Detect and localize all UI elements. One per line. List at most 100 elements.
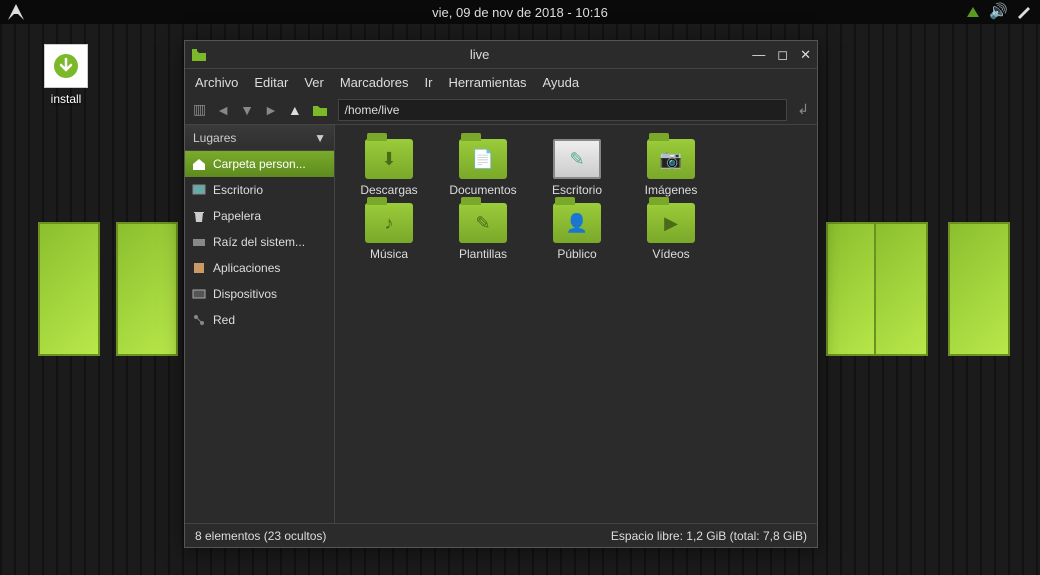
maximize-button[interactable]: ◻: [777, 47, 788, 63]
folder-imagenes[interactable]: 📷 Imágenes: [625, 139, 717, 197]
folder-documentos[interactable]: 📄 Documentos: [437, 139, 529, 197]
folder-descargas[interactable]: ⬇ Descargas: [343, 139, 435, 197]
home-folder-icon[interactable]: [312, 103, 328, 117]
up-button[interactable]: ▲: [288, 102, 302, 118]
menu-marcadores[interactable]: Marcadores: [340, 75, 409, 90]
home-icon: [191, 156, 207, 172]
sidebar-toggle-icon[interactable]: ▥: [193, 101, 206, 118]
menu-ayuda[interactable]: Ayuda: [542, 75, 579, 90]
folder-view[interactable]: ⬇ Descargas 📄 Documentos ✎ Escritorio 📷 …: [335, 125, 817, 523]
folder-label: Documentos: [437, 183, 529, 197]
music-glyph-icon: ♪: [365, 203, 413, 243]
desktop-icon: [191, 182, 207, 198]
sidebar-item-home[interactable]: Carpeta person...: [185, 151, 334, 177]
public-glyph-icon: 👤: [553, 203, 601, 243]
volume-icon[interactable]: 🔊: [989, 2, 1008, 20]
sidebar-item-label: Escritorio: [213, 183, 263, 197]
sidebar-item-label: Aplicaciones: [213, 261, 280, 275]
folder-icon: 📄: [459, 139, 507, 179]
folder-icon: 👤: [553, 203, 601, 243]
folder-musica[interactable]: ♪ Música: [343, 203, 435, 261]
status-left: 8 elementos (23 ocultos): [195, 529, 326, 543]
disk-icon: [191, 234, 207, 250]
devices-icon: [191, 286, 207, 302]
folder-icon: ♪: [365, 203, 413, 243]
window-folder-icon: [191, 48, 207, 62]
sidebar-item-label: Dispositivos: [213, 287, 277, 301]
folder-label: Plantillas: [437, 247, 529, 261]
sidebar-item-devices[interactable]: Dispositivos: [185, 281, 334, 307]
sidebar-item-applications[interactable]: Aplicaciones: [185, 255, 334, 281]
history-dropdown-icon[interactable]: ▼: [240, 102, 254, 118]
close-button[interactable]: ✕: [800, 47, 811, 63]
chevron-down-icon: ▼: [314, 131, 326, 145]
toolbar: ▥ ◄ ▼ ► ▲ /home/live ↲: [185, 95, 817, 125]
desktop-icon-install[interactable]: install: [38, 44, 94, 106]
document-glyph-icon: 📄: [459, 139, 507, 179]
folder-icon: 📷: [647, 139, 695, 179]
sidebar-item-network[interactable]: Red: [185, 307, 334, 333]
wallpaper-decoration: [948, 222, 1010, 356]
menu-ir[interactable]: Ir: [424, 75, 432, 90]
system-tray: 🔊: [965, 2, 1032, 20]
go-button[interactable]: ↲: [797, 101, 809, 118]
folder-plantillas[interactable]: ✎ Plantillas: [437, 203, 529, 261]
desktop-icon-label: install: [38, 92, 94, 106]
wallpaper-decoration: [874, 222, 928, 356]
network-icon[interactable]: [965, 3, 981, 19]
wallpaper-decoration: [38, 222, 100, 356]
sidebar-item-label: Carpeta person...: [213, 157, 306, 171]
desktop-glyph-icon: ✎: [555, 141, 599, 177]
folder-label: Escritorio: [531, 183, 623, 197]
install-icon: [44, 44, 88, 88]
forward-button[interactable]: ►: [264, 102, 278, 118]
menu-herramientas[interactable]: Herramientas: [448, 75, 526, 90]
statusbar: 8 elementos (23 ocultos) Espacio libre: …: [185, 523, 817, 547]
wallpaper-decoration: [116, 222, 178, 356]
folder-icon: ▶: [647, 203, 695, 243]
folder-label: Público: [531, 247, 623, 261]
apps-icon: [191, 260, 207, 276]
sidebar-item-trash[interactable]: Papelera: [185, 203, 334, 229]
menu-editar[interactable]: Editar: [254, 75, 288, 90]
sidebar: Lugares ▼ Carpeta person... Escritorio P…: [185, 125, 335, 523]
sidebar-item-filesystem[interactable]: Raíz del sistem...: [185, 229, 334, 255]
status-right: Espacio libre: 1,2 GiB (total: 7,8 GiB): [611, 529, 807, 543]
sidebar-item-label: Papelera: [213, 209, 261, 223]
folder-label: Música: [343, 247, 435, 261]
folder-icon: ✎: [459, 203, 507, 243]
folder-publico[interactable]: 👤 Público: [531, 203, 623, 261]
folder-label: Vídeos: [625, 247, 717, 261]
sidebar-item-label: Red: [213, 313, 235, 327]
image-glyph-icon: 📷: [647, 139, 695, 179]
folder-escritorio[interactable]: ✎ Escritorio: [531, 139, 623, 197]
sidebar-item-label: Raíz del sistem...: [213, 235, 305, 249]
network-icon: [191, 312, 207, 328]
back-button[interactable]: ◄: [216, 102, 230, 118]
brush-icon[interactable]: [1016, 3, 1032, 19]
titlebar[interactable]: live — ◻ ✕: [185, 41, 817, 69]
file-manager-window: live — ◻ ✕ Archivo Editar Ver Marcadores…: [184, 40, 818, 548]
window-title: live: [213, 47, 746, 62]
path-input[interactable]: /home/live: [338, 99, 788, 121]
menubar: Archivo Editar Ver Marcadores Ir Herrami…: [185, 69, 817, 95]
folder-label: Descargas: [343, 183, 435, 197]
panel-clock[interactable]: vie, 09 de nov de 2018 - 10:16: [432, 5, 608, 20]
menu-ver[interactable]: Ver: [304, 75, 324, 90]
path-text: /home/live: [345, 103, 400, 117]
folder-label: Imágenes: [625, 183, 717, 197]
top-panel: vie, 09 de nov de 2018 - 10:16 🔊: [0, 0, 1040, 24]
sidebar-header-label: Lugares: [193, 131, 236, 145]
folder-videos[interactable]: ▶ Vídeos: [625, 203, 717, 261]
sidebar-header[interactable]: Lugares ▼: [185, 125, 334, 151]
sidebar-item-desktop[interactable]: Escritorio: [185, 177, 334, 203]
desktop-folder-icon: ✎: [553, 139, 601, 179]
menu-archivo[interactable]: Archivo: [195, 75, 238, 90]
download-glyph-icon: ⬇: [365, 139, 413, 179]
templates-glyph-icon: ✎: [459, 203, 507, 243]
distro-logo-icon[interactable]: [6, 2, 26, 22]
folder-icon: ⬇: [365, 139, 413, 179]
video-glyph-icon: ▶: [647, 203, 695, 243]
minimize-button[interactable]: —: [752, 47, 765, 63]
trash-icon: [191, 208, 207, 224]
